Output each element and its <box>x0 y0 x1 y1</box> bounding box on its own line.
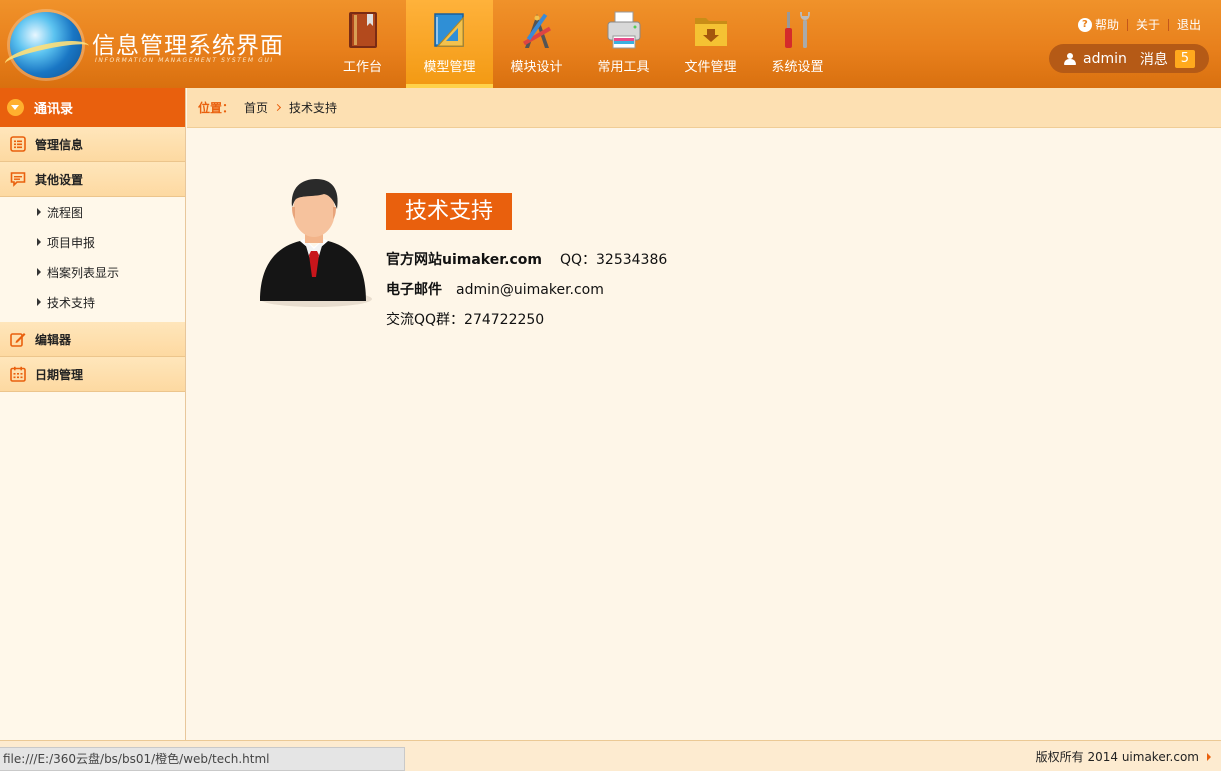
sidebar-subitem-project-application[interactable]: 项目申报 <box>0 227 185 257</box>
sidebar-item-label: 日期管理 <box>35 367 84 382</box>
breadcrumb: 位置： 首页 技术支持 <box>187 88 1221 128</box>
messages-link[interactable]: 消息 <box>1140 49 1168 69</box>
printer-icon <box>607 11 641 49</box>
ruler-icon <box>434 13 464 47</box>
breadcrumb-position-label: 位置： <box>198 101 235 115</box>
nav-label: 模块设计 <box>510 60 563 75</box>
info-row: 交流QQ群：274722250 <box>386 309 667 339</box>
sidebar-header-label: 通讯录 <box>34 102 74 117</box>
copyright-text: 版权所有 2014 uimaker.com <box>1035 750 1199 764</box>
qq-text: QQ：32534386 <box>559 252 668 268</box>
nav-label: 文件管理 <box>684 60 737 75</box>
nav-model-management[interactable]: 模型管理 <box>406 0 493 88</box>
about-link[interactable]: 关于 <box>1136 16 1160 33</box>
subitem-label: 流程图 <box>47 205 84 220</box>
contact-info: 官方网站uimaker.com QQ：32534386 电子邮件 admin@uim… <box>386 249 667 339</box>
sidebar-item-label: 编辑器 <box>35 332 72 347</box>
email-label: 电子邮件 <box>386 282 442 298</box>
nav-label: 常用工具 <box>597 60 650 75</box>
sidebar-item-label: 管理信息 <box>35 137 84 152</box>
sidebar-item-date-management[interactable]: 日期管理 <box>0 357 185 392</box>
subitem-label: 档案列表显示 <box>47 265 120 280</box>
breadcrumb-current: 技术支持 <box>289 101 338 115</box>
user-bar: admin 消息 5 <box>1049 44 1209 73</box>
businessman-avatar-icon <box>260 179 372 307</box>
edit-icon <box>10 333 26 347</box>
username[interactable]: admin <box>1083 51 1127 67</box>
nav-file-management[interactable]: 文件管理 <box>667 0 754 88</box>
breadcrumb-home[interactable]: 首页 <box>244 99 268 116</box>
subitem-label: 项目申报 <box>47 235 96 250</box>
caret-right-icon <box>1207 753 1211 761</box>
status-bar-url: file:///E:/360云盘/bs/bs01/橙色/web/tech.htm… <box>0 747 405 771</box>
caret-right-icon <box>37 208 41 216</box>
chevron-right-icon <box>273 103 282 112</box>
main-content: 技术支持 官方网站uimaker.com QQ：32534386 电子邮件 admi… <box>187 129 1221 740</box>
sidebar-subitem-archive-list[interactable]: 档案列表显示 <box>0 257 185 287</box>
divider <box>1126 18 1128 31</box>
calendar-icon <box>10 366 26 382</box>
sidebar-item-management-info[interactable]: 管理信息 <box>0 127 185 162</box>
sidebar-subitem-tech-support[interactable]: 技术支持 <box>0 287 185 317</box>
caret-right-icon <box>37 238 41 246</box>
sidebar-subitem-flowchart[interactable]: 流程图 <box>0 197 185 227</box>
book-icon <box>349 12 377 48</box>
comment-icon <box>10 172 26 187</box>
user-icon <box>1064 52 1076 65</box>
nav-system-settings[interactable]: 系统设置 <box>754 0 841 88</box>
sidebar-item-other-settings[interactable]: 其他设置 <box>0 162 185 197</box>
qq-group-text: 交流QQ群：274722250 <box>386 312 545 328</box>
folder-icon <box>695 18 727 46</box>
subitem-label: 技术支持 <box>47 295 96 310</box>
website-label[interactable]: 官方网站uimaker.com <box>386 252 542 268</box>
list-icon <box>10 136 26 152</box>
header: 信息管理系统界面 INFORMATION MANAGEMENT SYSTEM G… <box>0 0 1221 88</box>
caret-right-icon <box>37 268 41 276</box>
tech-support-title: 技术支持 <box>386 193 513 230</box>
top-links: ? 帮助 关于 退出 <box>1077 16 1201 33</box>
wrench-icon <box>785 12 810 48</box>
help-icon[interactable]: ? <box>1077 17 1092 32</box>
info-row: 官方网站uimaker.com QQ：32534386 <box>386 249 667 279</box>
sidebar: 通讯录 管理信息 其他设置 流程图 项目申报 档案列表显示 技术支持 编辑器 日… <box>0 88 186 740</box>
chevron-down-icon <box>7 99 24 116</box>
sidebar-header[interactable]: 通讯录 <box>0 88 185 127</box>
nav-label: 系统设置 <box>771 60 824 75</box>
design-tools-icon <box>523 13 551 48</box>
divider <box>1167 18 1169 31</box>
nav-common-tools[interactable]: 常用工具 <box>580 0 667 88</box>
nav-label: 模型管理 <box>423 60 476 75</box>
app-subtitle: INFORMATION MANAGEMENT SYSTEM GUI <box>95 57 274 64</box>
app-title: 信息管理系统界面 <box>92 33 284 59</box>
info-row: 电子邮件 admin@uimaker.com <box>386 279 667 309</box>
email-text[interactable]: admin@uimaker.com <box>456 282 604 298</box>
sidebar-item-label: 其他设置 <box>35 172 84 187</box>
nav-label: 工作台 <box>342 60 382 75</box>
help-link[interactable]: 帮助 <box>1095 16 1119 33</box>
caret-right-icon <box>37 298 41 306</box>
submenu: 流程图 项目申报 档案列表显示 技术支持 <box>0 197 185 322</box>
nav-workbench[interactable]: 工作台 <box>319 0 406 88</box>
top-nav: 工作台 模型管理 模块设计 常用工具 文件管理 系统设置 <box>319 0 841 88</box>
logout-link[interactable]: 退出 <box>1177 16 1201 33</box>
sidebar-item-editor[interactable]: 编辑器 <box>0 322 185 357</box>
nav-module-design[interactable]: 模块设计 <box>493 0 580 88</box>
message-count-badge[interactable]: 5 <box>1174 49 1195 68</box>
